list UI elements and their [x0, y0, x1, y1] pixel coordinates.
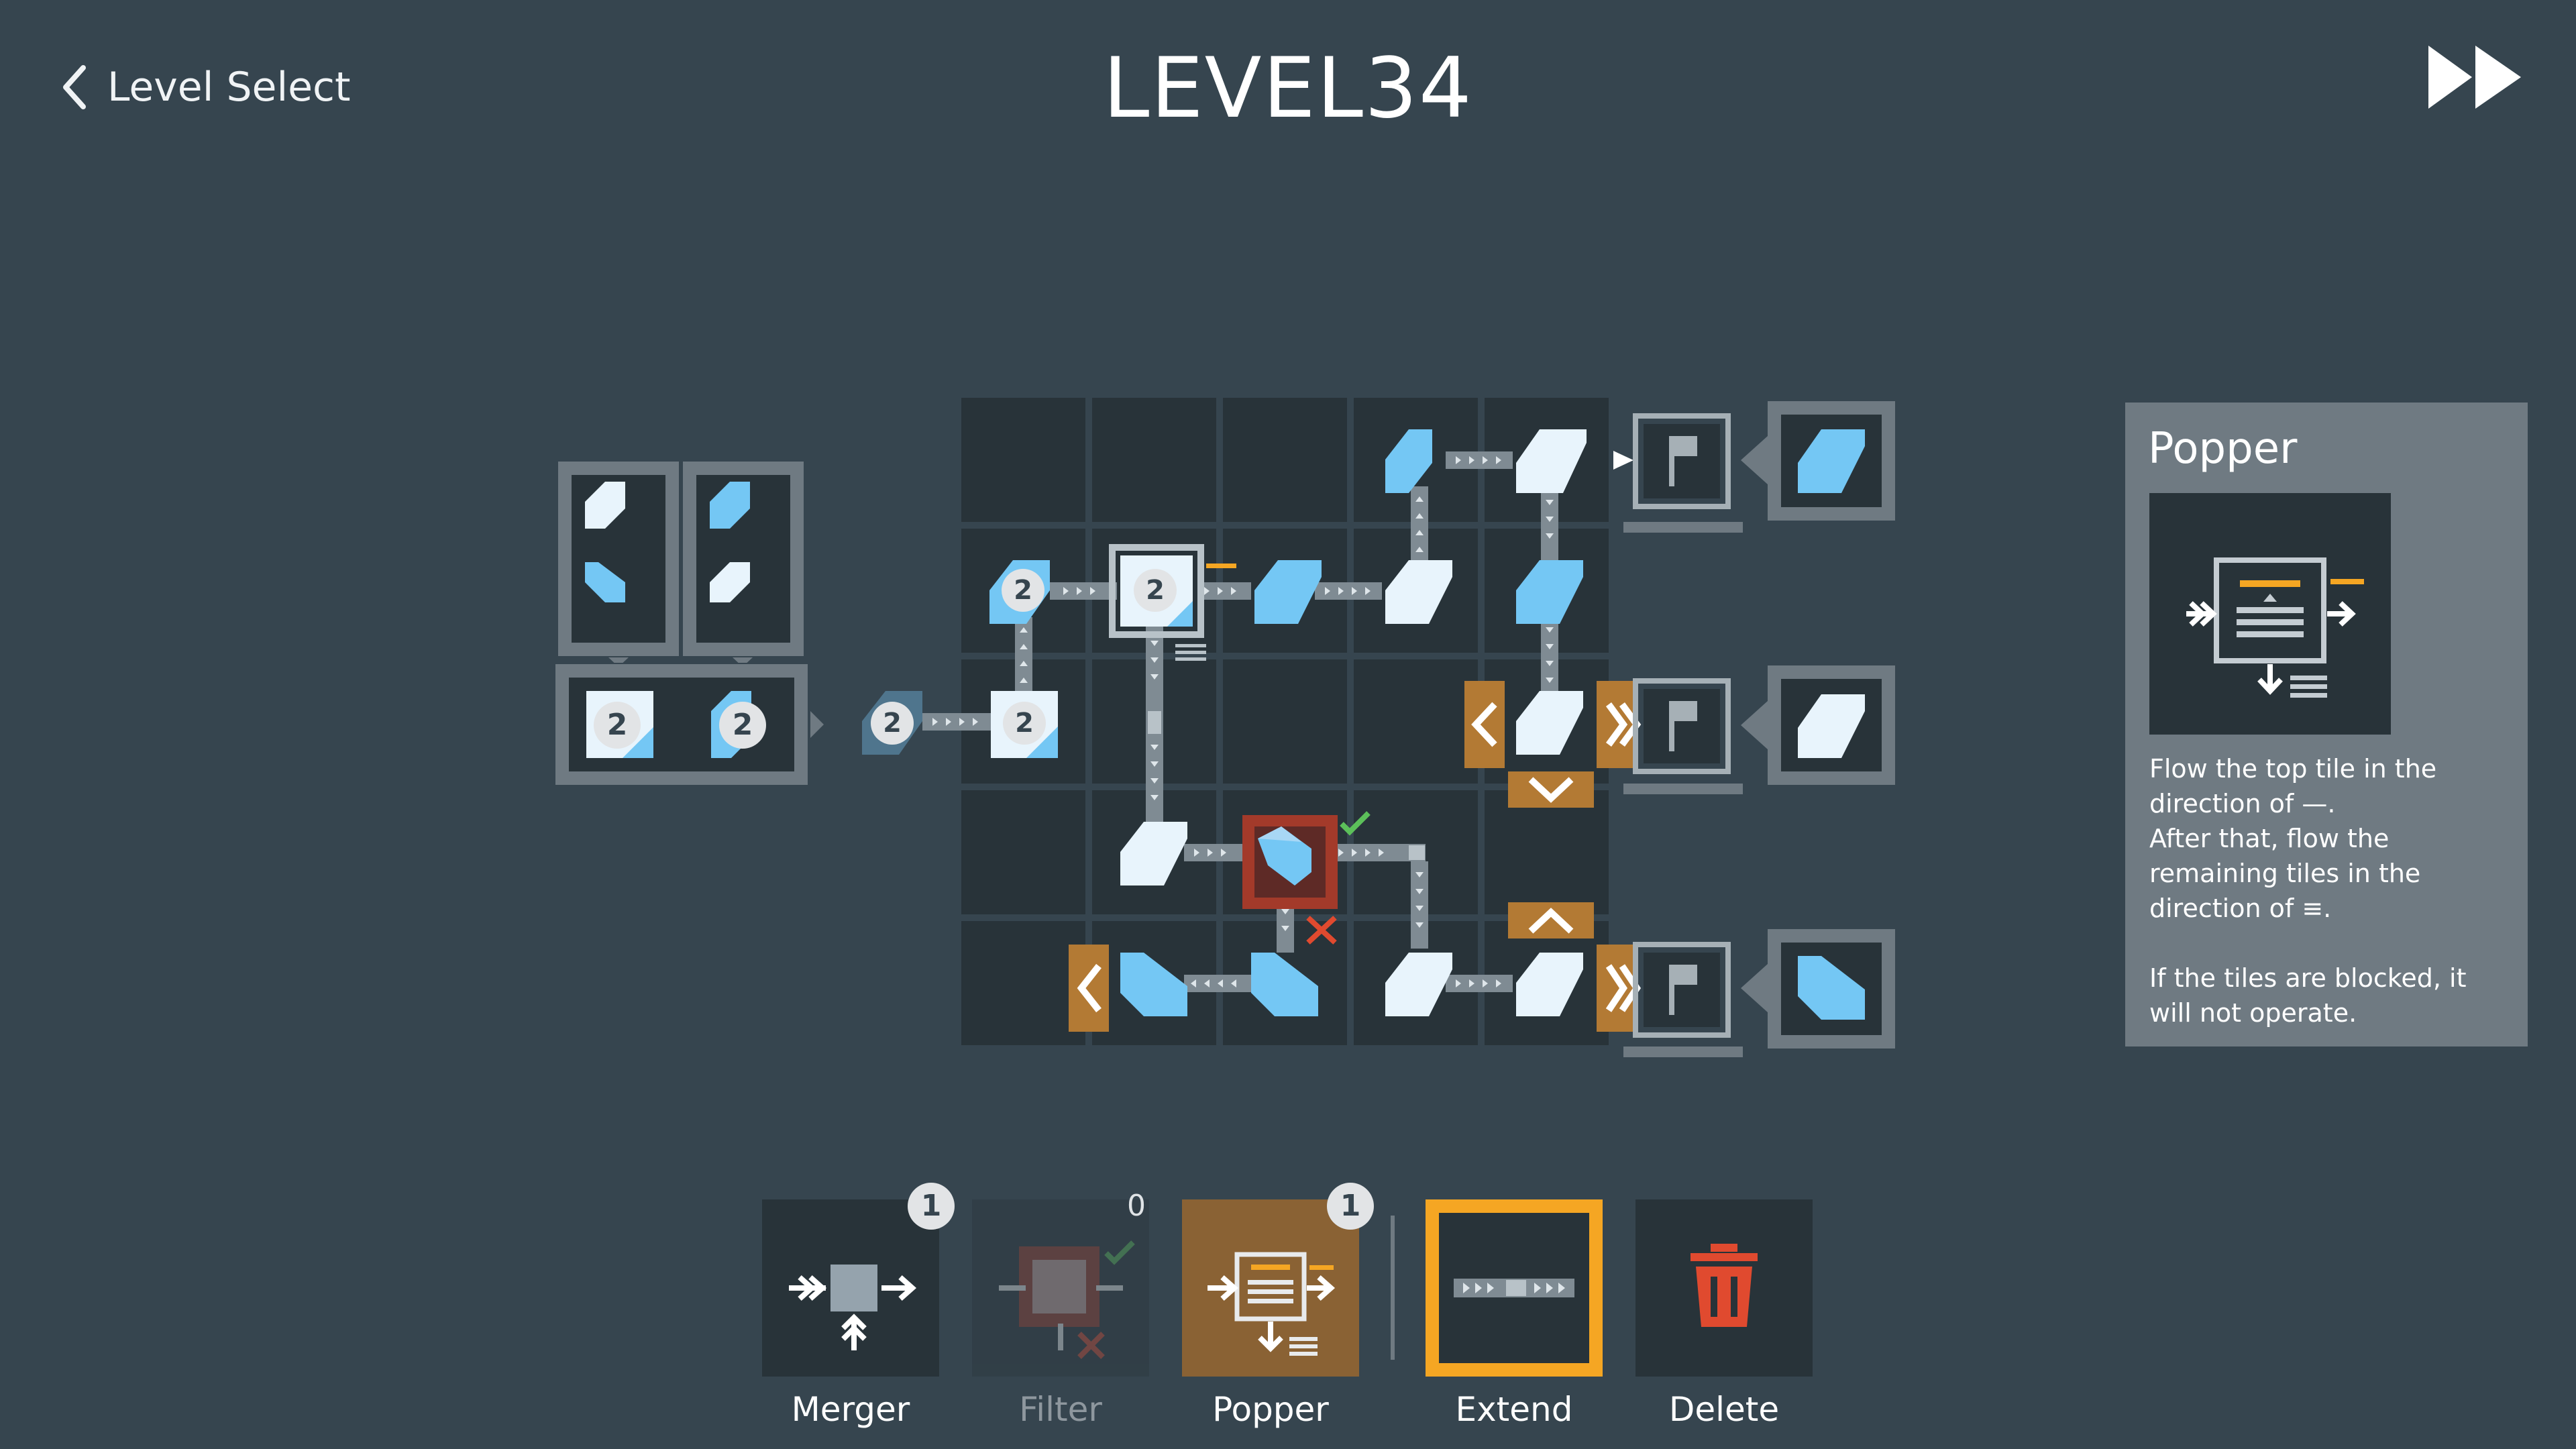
conveyor-icon [1454, 1279, 1574, 1297]
white-tile [1120, 822, 1187, 885]
blue-tile [1254, 560, 1322, 624]
trash-icon [1690, 1244, 1758, 1327]
conveyor[interactable] [1446, 975, 1513, 992]
count-badge: 2 [1002, 569, 1044, 612]
conveyor[interactable] [1050, 582, 1117, 600]
conveyor[interactable] [1184, 975, 1251, 992]
white-tile [1385, 953, 1452, 1016]
direction-marker[interactable] [1069, 945, 1109, 1032]
merger-label: Merger [791, 1390, 910, 1429]
count-badge: 2 [871, 702, 914, 745]
conveyor[interactable] [1184, 844, 1251, 861]
direction-marker[interactable] [1597, 945, 1642, 1032]
direction-marker[interactable] [1597, 681, 1642, 768]
goal-flag [1613, 413, 1743, 533]
conveyor[interactable] [922, 713, 996, 731]
conveyor[interactable] [1541, 617, 1558, 694]
popper-preview [2149, 493, 2391, 735]
filter-tool-button[interactable] [972, 1199, 1149, 1377]
white-tile [1516, 429, 1587, 493]
blue-tile [1385, 429, 1432, 493]
merger-icon [789, 1265, 917, 1350]
target-tile-box [1741, 929, 1895, 1049]
conveyor[interactable] [1315, 582, 1382, 600]
goal-flag [1623, 942, 1743, 1057]
direction-marker[interactable] [1464, 681, 1505, 768]
direction-marker[interactable] [1508, 771, 1594, 808]
info-line: direction of ≡. [2149, 894, 2332, 923]
filter-machine[interactable] [1242, 811, 1371, 945]
popper-icon [1208, 1252, 1336, 1356]
target-tile-box [1741, 665, 1895, 785]
extend-label: Extend [1455, 1390, 1573, 1429]
popper-tool-button[interactable] [1182, 1199, 1359, 1377]
blue-tile [1516, 560, 1583, 624]
conveyor[interactable] [1541, 486, 1558, 564]
info-line: direction of —. [2149, 789, 2336, 818]
goal-flag [1623, 678, 1743, 794]
popper-icon [2186, 557, 2364, 698]
count-badge: 2 [1134, 569, 1177, 612]
info-line: After that, flow the [2149, 824, 2390, 853]
popper-count-badge: 1 [1327, 1183, 1374, 1230]
info-panel-description: Flow the top tile in the direction of —.… [2149, 751, 2512, 1030]
white-tile [1516, 953, 1583, 1016]
blue-tile [1251, 953, 1318, 1016]
filter-icon [999, 1240, 1135, 1359]
info-line: will not operate. [2149, 998, 2357, 1028]
delete-tool-button[interactable] [1635, 1199, 1813, 1377]
target-tile-box [1741, 401, 1895, 521]
conveyor[interactable] [1197, 582, 1251, 600]
direction-marker[interactable] [1508, 902, 1594, 938]
count-badge: 2 [1003, 702, 1046, 745]
white-tile [1385, 560, 1452, 624]
conveyor[interactable] [1446, 451, 1513, 469]
white-tile [1516, 691, 1583, 755]
conveyor[interactable] [1332, 844, 1426, 861]
info-line: If the tiles are blocked, it [2149, 963, 2467, 993]
merger-count-badge: 1 [908, 1183, 955, 1230]
popper-label: Popper [1212, 1390, 1329, 1429]
toolbar-divider [1391, 1216, 1395, 1360]
merger-tool-button[interactable] [762, 1199, 939, 1377]
filter-label: Filter [1019, 1390, 1102, 1429]
popper-machine[interactable] [1109, 544, 1236, 661]
extend-tool-button[interactable] [1426, 1199, 1603, 1377]
info-line [2149, 926, 2512, 961]
conveyor[interactable] [1015, 617, 1032, 694]
conveyor[interactable] [1411, 861, 1428, 949]
info-line: Flow the top tile in the [2149, 754, 2437, 784]
delete-label: Delete [1668, 1390, 1780, 1429]
filter-count: 0 [1127, 1189, 1146, 1223]
info-panel-title: Popper [2148, 424, 2298, 474]
conveyor[interactable] [1411, 486, 1428, 564]
info-line: remaining tiles in the [2149, 859, 2421, 888]
conveyor[interactable] [1146, 624, 1163, 825]
blue-tile [1120, 953, 1187, 1016]
